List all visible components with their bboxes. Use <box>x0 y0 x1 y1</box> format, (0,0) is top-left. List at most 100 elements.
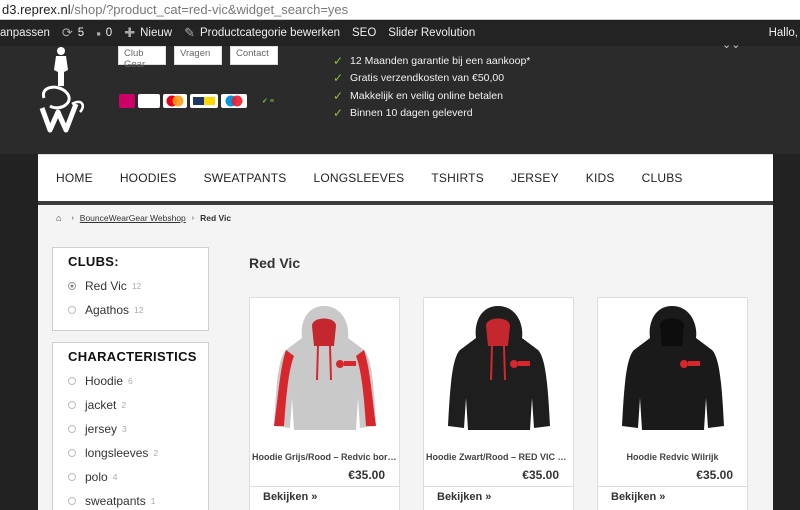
usp-text: Gratis verzendkosten van €50,00 <box>350 72 505 85</box>
product-name[interactable]: Hoodie Redvic Wilrijk <box>598 452 747 462</box>
filter-count: 1 <box>150 496 156 506</box>
site-header: Club Gear Vragen Contact ✓ ≡ ✓ 12 Maanden… <box>0 39 800 154</box>
filter-count: 12 <box>131 281 142 291</box>
product-name[interactable]: Hoodie Zwart/Rood – RED VIC Wilrijk <box>424 452 573 462</box>
url-host: d3.reprex.nl <box>2 2 71 17</box>
usp-item: ✓ Makkelijk en veilig online betalen <box>333 87 530 105</box>
usp-text: Makkelijk en veilig online betalen <box>350 89 503 102</box>
main-content: ⌂ › BounceWearGear Webshop › Red Vic CLU… <box>38 201 773 510</box>
ideal-icon <box>119 94 135 108</box>
breadcrumb: ⌂ › BounceWearGear Webshop › Red Vic <box>56 213 231 223</box>
filter-count: 2 <box>153 448 159 458</box>
admin-slider-label: Slider Revolution <box>388 27 476 39</box>
filter-label: polo <box>85 470 108 484</box>
wp-admin-bar: anpassen ⟳ 5 ▪ 0 ✚ Nieuw ✎ Productcategorie … <box>0 20 800 46</box>
filter-label: jersey <box>85 422 118 436</box>
product-divider <box>424 486 573 487</box>
clubs-filter-widget: CLUBS: Red Vic 12 Agathos 12 <box>52 247 209 331</box>
filter-count: 12 <box>134 305 144 315</box>
home-icon[interactable]: ⌂ <box>56 213 61 223</box>
product-card[interactable]: Hoodie Redvic Wilrijk €35.00 Bekijken » <box>597 297 748 510</box>
maestro-icon <box>221 94 247 108</box>
refresh-icon: ⟳ <box>61 25 73 40</box>
product-image[interactable] <box>250 298 399 443</box>
admin-greeting[interactable]: Hallo, <box>769 20 798 46</box>
characteristic-filter-longsleeves[interactable]: longsleeves 2 <box>68 441 193 465</box>
admin-seo-label: SEO <box>351 27 377 39</box>
view-product-button[interactable]: Bekijken » <box>263 491 317 503</box>
nav-tshirts[interactable]: TSHIRTS <box>431 171 484 185</box>
usp-item: ✓ 12 Maanden garantie bij een aankoop* <box>333 52 530 70</box>
admin-seo[interactable]: SEO <box>352 27 376 39</box>
breadcrumb-separator: › <box>71 214 74 222</box>
top-link-contact[interactable]: Contact <box>230 46 278 65</box>
filter-count: 3 <box>122 424 127 434</box>
breadcrumb-shop-link[interactable]: BounceWearGear Webshop <box>80 213 186 223</box>
product-price: €35.00 <box>348 468 385 482</box>
product-divider <box>598 486 747 487</box>
product-price: €35.00 <box>522 468 559 482</box>
nav-hoodies[interactable]: HOODIES <box>120 171 177 185</box>
radio-icon <box>68 401 76 409</box>
brand-logo[interactable] <box>36 46 90 134</box>
updates-count: 5 <box>77 27 85 39</box>
admin-updates[interactable]: ⟳ 5 <box>62 25 84 41</box>
product-card[interactable]: Hoodie Grijs/Rood – Redvic borstlogo €35… <box>249 297 400 510</box>
radio-icon <box>68 449 76 457</box>
usp-text: Binnen 10 dagen geleverd <box>350 107 473 120</box>
top-link-club-gear[interactable]: Club Gear <box>118 46 166 70</box>
usp-item: ✓ Binnen 10 dagen geleverd <box>333 105 530 123</box>
check-icon: ✓ <box>333 71 344 86</box>
admin-edit-category[interactable]: ✎ Productcategorie bewerken <box>184 25 340 41</box>
view-product-button[interactable]: Bekijken » <box>437 491 491 503</box>
radio-selected-icon <box>68 282 76 290</box>
product-image[interactable] <box>424 298 573 443</box>
nav-sweatpants[interactable]: SWEATPANTS <box>204 171 287 185</box>
secure-booking-icon: ✓ ≡ <box>262 98 274 105</box>
filter-label: longsleeves <box>85 446 149 460</box>
product-image[interactable] <box>598 298 747 443</box>
characteristic-filter-polo[interactable]: polo 4 <box>68 465 193 489</box>
characteristic-filter-jacket[interactable]: jacket 2 <box>68 393 193 417</box>
admin-slider[interactable]: Slider Revolution <box>388 27 475 39</box>
nav-longsleeves[interactable]: LONGSLEEVES <box>313 171 404 185</box>
filter-label: Agathos <box>85 303 130 317</box>
top-link-vragen[interactable]: Vragen <box>174 46 222 65</box>
admin-comments[interactable]: ▪ 0 <box>96 26 112 41</box>
usp-item: ✓ Gratis verzendkosten van €50,00 <box>333 70 530 88</box>
filter-label: jacket <box>85 398 117 412</box>
nav-home[interactable]: HOME <box>56 171 93 185</box>
address-bar[interactable]: d3.reprex.nl/shop/?product_cat=red-vic&w… <box>0 0 800 20</box>
main-nav: HOME HOODIES SWEATPANTS LONGSLEEVES TSHI… <box>38 154 773 201</box>
filter-count: 6 <box>128 376 133 386</box>
view-product-button[interactable]: Bekijken » <box>611 491 665 503</box>
cart-icon[interactable]: ⌄⌄ <box>722 38 740 51</box>
nav-clubs[interactable]: CLUBS <box>642 171 683 185</box>
characteristic-filter-sweatpants[interactable]: sweatpants 1 <box>68 489 193 510</box>
radio-icon <box>68 377 76 385</box>
url-path: /shop/?product_cat=red-vic&widget_search… <box>70 2 349 17</box>
check-icon: ✓ <box>333 106 344 121</box>
club-filter-red-vic[interactable]: Red Vic 12 <box>68 274 193 298</box>
clubs-filter-title: CLUBS: <box>68 254 119 269</box>
product-name[interactable]: Hoodie Grijs/Rood – Redvic borstlogo <box>250 452 399 462</box>
product-price: €35.00 <box>696 468 733 482</box>
filter-count: 2 <box>121 400 127 410</box>
admin-new[interactable]: ✚ Nieuw <box>124 25 172 41</box>
filter-label: Red Vic <box>85 279 127 293</box>
radio-icon <box>68 497 76 505</box>
usp-list: ✓ 12 Maanden garantie bij een aankoop* ✓ G… <box>333 52 530 122</box>
filter-count: 4 <box>112 472 118 482</box>
characteristics-filter-widget: CHARACTERISTICS Hoodie 6 jacket 2 jersey 3 … <box>52 342 209 510</box>
characteristic-filter-hoodie[interactable]: Hoodie 6 <box>68 369 193 393</box>
nav-jersey[interactable]: JERSEY <box>511 171 559 185</box>
nav-kids[interactable]: KIDS <box>586 171 615 185</box>
product-card[interactable]: Hoodie Zwart/Rood – RED VIC Wilrijk €35.… <box>423 297 574 510</box>
payment-methods: ✓ ≡ <box>119 94 286 108</box>
check-icon: ✓ <box>333 88 344 103</box>
comments-count: 0 <box>105 27 113 39</box>
characteristic-filter-jersey[interactable]: jersey 3 <box>68 417 193 441</box>
category-title: Red Vic <box>249 255 301 271</box>
admin-customize[interactable]: anpassen <box>0 27 50 39</box>
club-filter-agathos[interactable]: Agathos 12 <box>68 298 193 322</box>
